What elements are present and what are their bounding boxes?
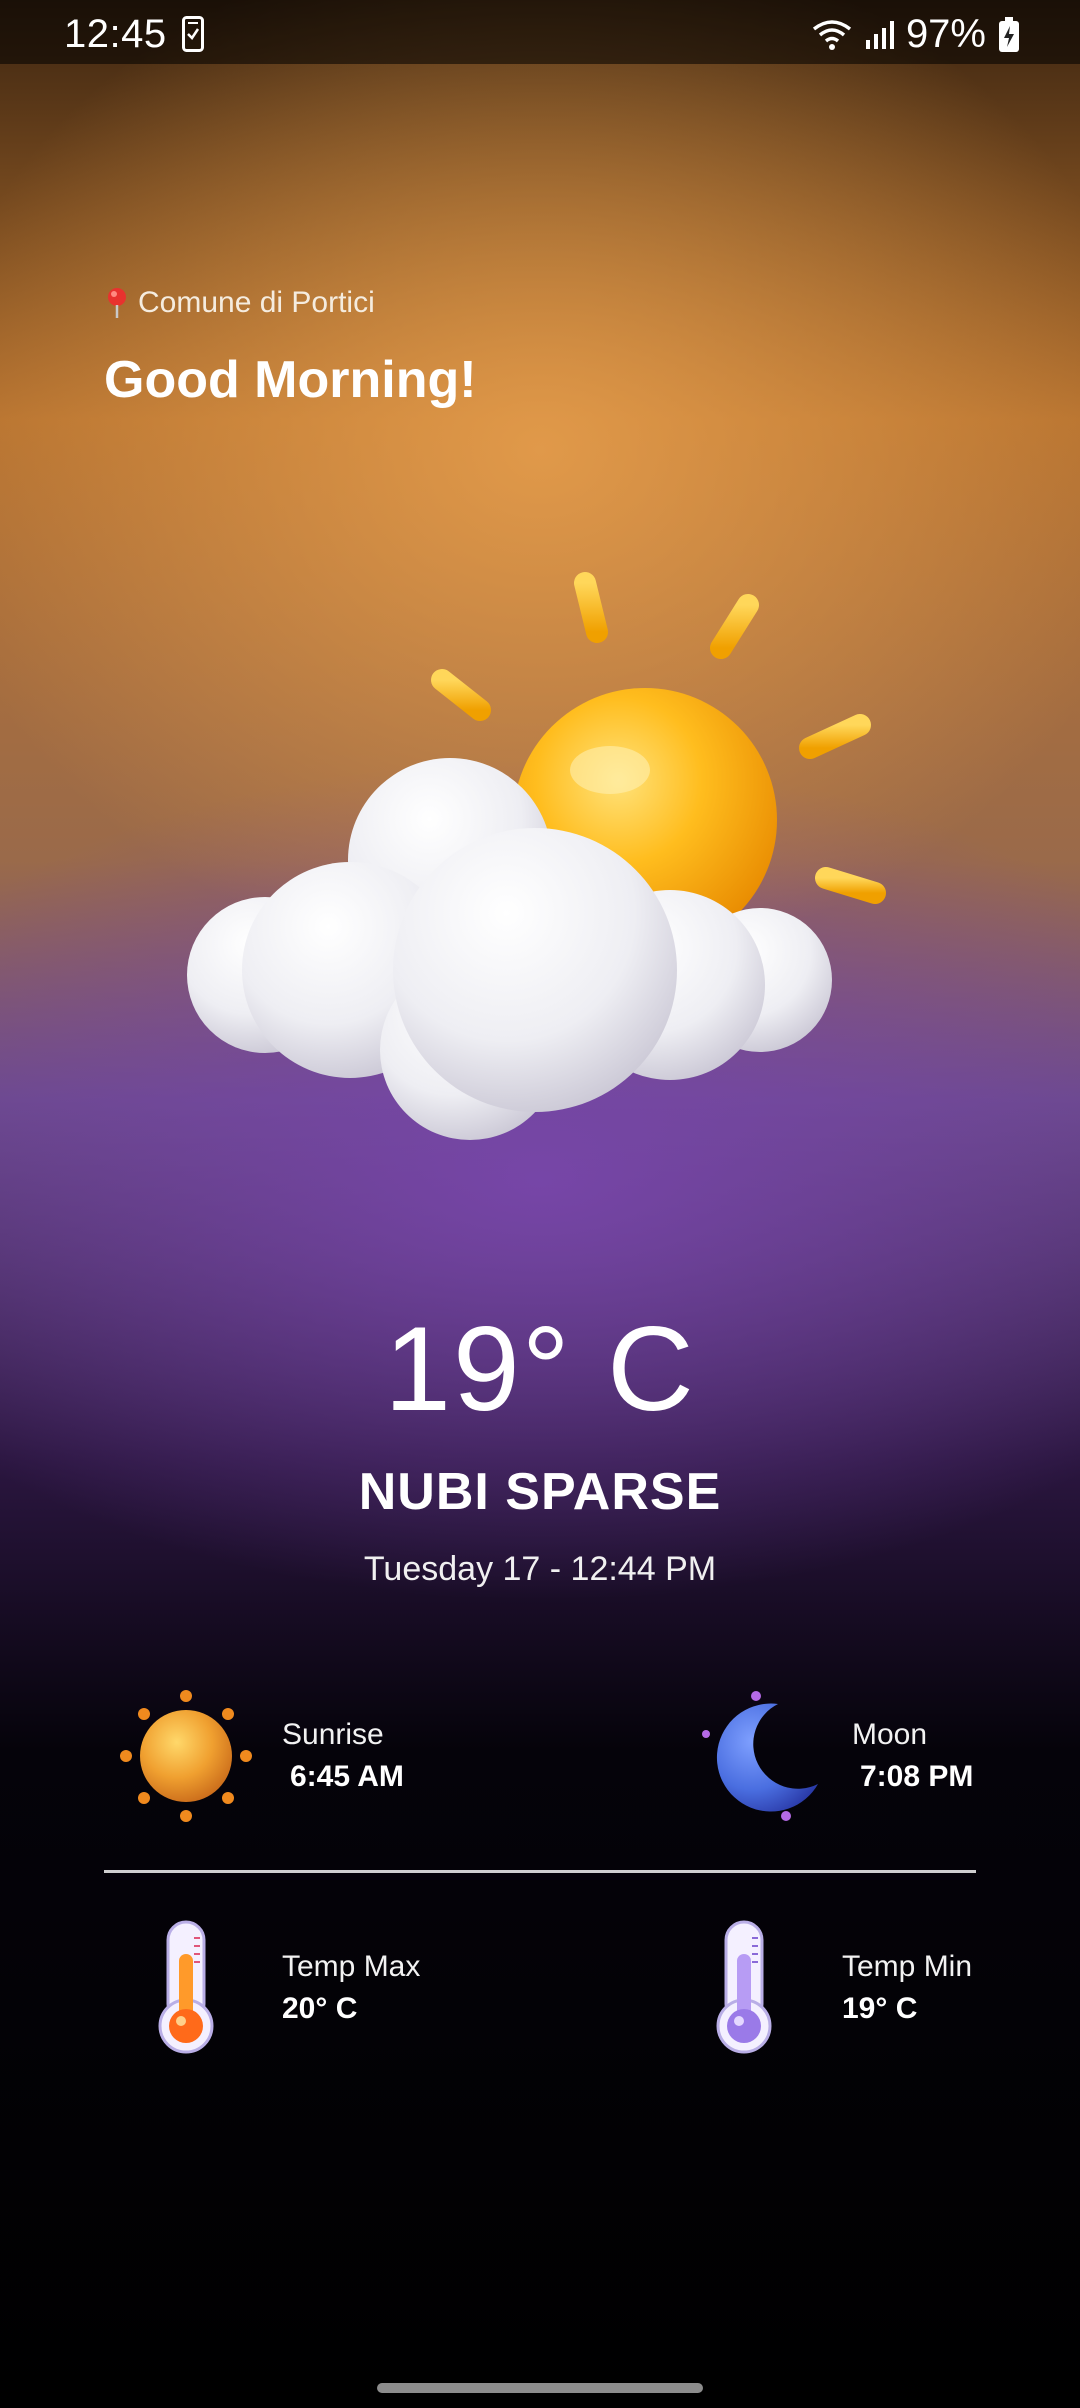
divider: [104, 1870, 976, 1873]
moon-value: 7:08 PM: [860, 1760, 974, 1793]
wifi-icon: [812, 19, 852, 51]
status-time: 12:45: [64, 12, 167, 56]
current-datetime: Tuesday 17 - 12:44 PM: [363, 1550, 717, 1588]
phone-checklist-icon: [182, 16, 204, 52]
partly-cloudy-icon: [180, 560, 900, 1160]
sunrise-value: 6:45 AM: [290, 1760, 404, 1793]
temp-min-value: 19° C: [842, 1992, 918, 2025]
moon-icon: [696, 1688, 832, 1824]
current-temperature: 19° C: [384, 1302, 696, 1436]
sun-icon: [118, 1688, 254, 1824]
temp-max-value: 20° C: [282, 1992, 358, 2025]
home-indicator[interactable]: [377, 2383, 703, 2393]
status-icons: 97%: [812, 12, 1020, 57]
temp-max-label: Temp Max: [282, 1950, 421, 1983]
thermometer-cold-icon: [708, 1918, 780, 2056]
greeting: Good Morning!: [104, 351, 477, 409]
status-bar: 12:45 97%: [0, 0, 1080, 64]
moon-label: Moon: [852, 1718, 928, 1751]
location[interactable]: Comune di Portici: [106, 286, 375, 320]
sunrise-label: Sunrise: [282, 1718, 384, 1751]
weather-condition: NUBI SPARSE: [358, 1463, 722, 1521]
battery-charging-icon: [998, 16, 1020, 53]
location-pin-icon: [106, 287, 128, 319]
signal-icon: [864, 20, 894, 50]
temp-min-label: Temp Min: [842, 1950, 973, 1983]
location-name: Comune di Portici: [138, 286, 375, 319]
thermometer-hot-icon: [150, 1918, 222, 2056]
battery-percentage: 97%: [905, 12, 986, 56]
